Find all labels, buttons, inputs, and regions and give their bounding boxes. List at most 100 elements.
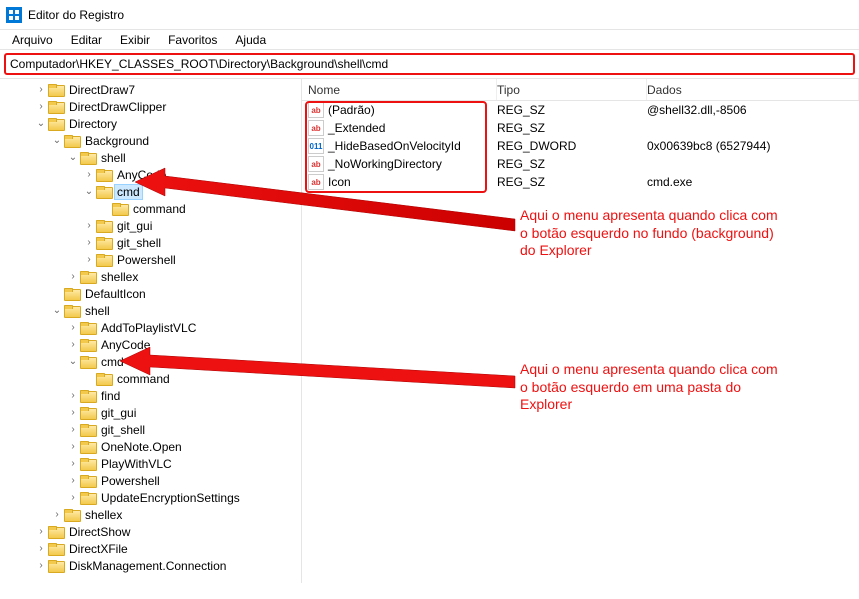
value-row[interactable]: abIconREG_SZcmd.exe <box>302 173 859 191</box>
tree-pane[interactable]: ›DirectDraw7 ›DirectDrawClipper ⌄Directo… <box>0 79 302 583</box>
chevron-down-icon[interactable]: ⌄ <box>34 117 48 131</box>
chevron-right-icon[interactable]: › <box>66 457 80 471</box>
value-row[interactable]: ab _ExtendedREG_SZ <box>302 119 859 137</box>
tree-node-cmd-command[interactable]: ·command <box>0 200 301 217</box>
chevron-right-icon[interactable]: › <box>66 423 80 437</box>
address-bar[interactable] <box>4 53 855 75</box>
chevron-right-icon[interactable]: › <box>66 440 80 454</box>
tree-node-git-gui2[interactable]: ›git_gui <box>0 404 301 421</box>
tree-node-defaulticon[interactable]: ·DefaultIcon <box>0 285 301 302</box>
chevron-right-icon[interactable]: › <box>66 491 80 505</box>
folder-icon <box>80 270 96 284</box>
chevron-right-icon[interactable]: › <box>66 389 80 403</box>
menu-favoritos[interactable]: Favoritos <box>160 32 225 48</box>
tree-node-cmd2[interactable]: ⌄cmd <box>0 353 301 370</box>
value-type: REG_SZ <box>497 175 647 189</box>
column-header-type[interactable]: Tipo <box>497 79 647 100</box>
chevron-down-icon[interactable]: ⌄ <box>66 355 80 369</box>
folder-icon <box>48 83 64 97</box>
chevron-right-icon[interactable]: › <box>82 253 96 267</box>
folder-icon <box>80 355 96 369</box>
tree-node-shellex2[interactable]: ›shellex <box>0 506 301 523</box>
chevron-down-icon[interactable]: ⌄ <box>66 151 80 165</box>
chevron-right-icon[interactable]: › <box>34 542 48 556</box>
reg-binary-icon: 011 <box>308 138 324 154</box>
folder-icon <box>48 525 64 539</box>
tree-node-cmd2-command[interactable]: ·command <box>0 370 301 387</box>
chevron-right-icon[interactable]: › <box>66 338 80 352</box>
tree-node-anycode[interactable]: ›AnyCode <box>0 166 301 183</box>
menu-exibir[interactable]: Exibir <box>112 32 158 48</box>
tree-node-diskmgmt[interactable]: ›DiskManagement.Connection <box>0 557 301 574</box>
tree-node-git-gui[interactable]: ›git_gui <box>0 217 301 234</box>
chevron-right-icon[interactable]: › <box>82 168 96 182</box>
value-name: _Extended <box>328 121 497 135</box>
folder-icon <box>80 321 96 335</box>
tree-node-powershell[interactable]: ›Powershell <box>0 251 301 268</box>
regedit-icon <box>6 7 22 23</box>
value-row[interactable]: 011_HideBasedOnVelocityIdREG_DWORD0x0063… <box>302 137 859 155</box>
tree-node-bg-shell[interactable]: ⌄shell <box>0 149 301 166</box>
chevron-right-icon[interactable]: › <box>66 321 80 335</box>
value-data: 0x00639bc8 (6527944) <box>647 139 859 153</box>
value-type: REG_DWORD <box>497 139 647 153</box>
folder-icon <box>80 151 96 165</box>
folder-icon <box>80 440 96 454</box>
chevron-right-icon[interactable]: › <box>66 270 80 284</box>
chevron-down-icon[interactable]: ⌄ <box>50 134 64 148</box>
value-type: REG_SZ <box>497 121 647 135</box>
reg-string-icon: ab <box>308 120 324 136</box>
folder-icon <box>96 219 112 233</box>
tree-node-playwithvlc[interactable]: ›PlayWithVLC <box>0 455 301 472</box>
tree-node-cmd[interactable]: ⌄cmd <box>0 183 301 200</box>
tree-node-updateencryptionsettings[interactable]: ›UpdateEncryptionSettings <box>0 489 301 506</box>
chevron-right-icon[interactable]: › <box>50 508 64 522</box>
chevron-right-icon[interactable]: › <box>34 559 48 573</box>
value-list-pane[interactable]: Nome Tipo Dados ab(Padrão)REG_SZ@shell32… <box>302 79 859 583</box>
value-name: (Padrão) <box>328 103 497 117</box>
column-header-data[interactable]: Dados <box>647 79 859 100</box>
tree-node-anycode2[interactable]: ›AnyCode <box>0 336 301 353</box>
folder-icon <box>80 389 96 403</box>
tree-node-shell[interactable]: ⌄shell <box>0 302 301 319</box>
tree-node-onenoteopen[interactable]: ›OneNote.Open <box>0 438 301 455</box>
tree-node-addtoplaylistvlc[interactable]: ›AddToPlaylistVLC <box>0 319 301 336</box>
tree-node-git-shell2[interactable]: ›git_shell <box>0 421 301 438</box>
chevron-down-icon[interactable]: ⌄ <box>82 185 96 199</box>
menu-editar[interactable]: Editar <box>63 32 110 48</box>
tree-node-shellex[interactable]: ›shellex <box>0 268 301 285</box>
folder-icon <box>96 185 112 199</box>
reg-string-icon: ab <box>308 174 324 190</box>
value-row[interactable]: ab(Padrão)REG_SZ@shell32.dll,-8506 <box>302 101 859 119</box>
chevron-right-icon[interactable]: › <box>82 219 96 233</box>
folder-icon <box>96 372 112 386</box>
menu-ajuda[interactable]: Ajuda <box>227 32 274 48</box>
chevron-right-icon[interactable]: › <box>34 525 48 539</box>
column-header-name[interactable]: Nome <box>302 79 497 100</box>
value-type: REG_SZ <box>497 157 647 171</box>
value-row[interactable]: ab_NoWorkingDirectoryREG_SZ <box>302 155 859 173</box>
folder-icon <box>48 559 64 573</box>
tree-node-git-shell[interactable]: ›git_shell <box>0 234 301 251</box>
tree-node-background[interactable]: ⌄Background <box>0 132 301 149</box>
chevron-right-icon[interactable]: › <box>66 474 80 488</box>
folder-icon <box>64 508 80 522</box>
menu-arquivo[interactable]: Arquivo <box>4 32 61 48</box>
tree-node-powershell2[interactable]: ›Powershell <box>0 472 301 489</box>
reg-string-icon: ab <box>308 156 324 172</box>
chevron-down-icon[interactable]: ⌄ <box>50 304 64 318</box>
tree-node-directshow[interactable]: ›DirectShow <box>0 523 301 540</box>
folder-icon <box>80 406 96 420</box>
chevron-right-icon[interactable]: › <box>66 406 80 420</box>
folder-icon <box>96 236 112 250</box>
chevron-right-icon[interactable]: › <box>82 236 96 250</box>
tree-node-directdrawclipper[interactable]: ›DirectDrawClipper <box>0 98 301 115</box>
list-header: Nome Tipo Dados <box>302 79 859 101</box>
value-type: REG_SZ <box>497 103 647 117</box>
chevron-right-icon[interactable]: › <box>34 83 48 97</box>
tree-node-directdraw7[interactable]: ›DirectDraw7 <box>0 81 301 98</box>
tree-node-find[interactable]: ›find <box>0 387 301 404</box>
tree-node-directxfile[interactable]: ›DirectXFile <box>0 540 301 557</box>
chevron-right-icon[interactable]: › <box>34 100 48 114</box>
tree-node-directory[interactable]: ⌄Directory <box>0 115 301 132</box>
